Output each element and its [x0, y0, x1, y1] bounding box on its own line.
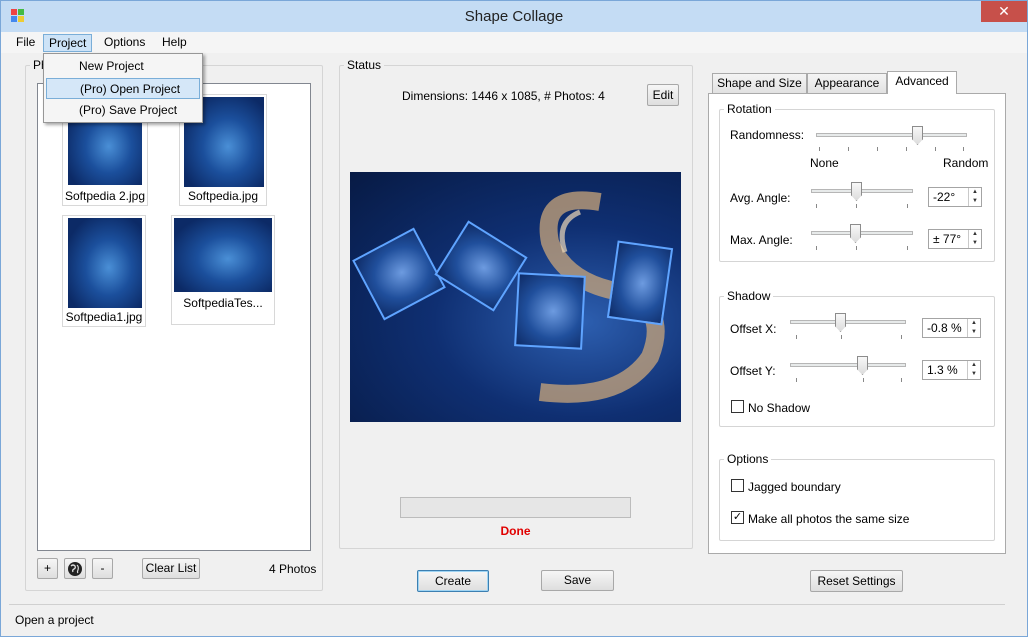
slider-tick	[796, 335, 797, 339]
avg-angle-value: -22°	[933, 190, 956, 204]
menu-item-new-project[interactable]: New Project	[46, 56, 200, 77]
slider-tick	[848, 147, 849, 151]
rotation-group-label: Rotation	[724, 102, 775, 116]
slider-tick	[907, 246, 908, 250]
max-angle-spinbox[interactable]: ± 77° ▲ ▼	[928, 229, 982, 249]
collage-tile	[514, 272, 586, 350]
menu-item-open-project[interactable]: (Pro) Open Project	[46, 78, 200, 99]
randomness-slider-track[interactable]	[816, 133, 967, 137]
slider-tick	[901, 335, 902, 339]
photo-caption: SoftpediaTes...	[183, 296, 263, 310]
dimensions-text: Dimensions: 1446 x 1085, # Photos: 4	[402, 89, 605, 103]
reset-settings-button[interactable]: Reset Settings	[810, 570, 903, 592]
window-title: Shape Collage	[464, 8, 564, 25]
add-web-photo-button[interactable]	[64, 558, 86, 579]
spin-arrows-icon[interactable]: ▲ ▼	[968, 230, 981, 248]
randomness-label: Randomness:	[730, 128, 805, 142]
slider-tick	[816, 246, 817, 250]
options-group: Options	[719, 452, 995, 541]
same-size-checkbox[interactable]: ✓	[731, 511, 744, 524]
status-bar: Open a project	[1, 604, 1027, 636]
status-bar-text: Open a project	[15, 613, 94, 627]
photo-caption: Softpedia 2.jpg	[64, 189, 146, 203]
close-button[interactable]: ✕	[981, 1, 1027, 22]
offset-x-slider-track[interactable]	[790, 320, 906, 324]
options-group-label: Options	[724, 452, 772, 466]
offset-y-value: 1.3 %	[927, 363, 958, 377]
randomness-none-label: None	[810, 156, 839, 170]
remove-photo-button[interactable]: -	[92, 558, 113, 579]
tab-shape-and-size[interactable]: Shape and Size	[712, 73, 807, 93]
photo-caption: Softpedia1.jpg	[65, 310, 143, 324]
offset-x-value: -0.8 %	[927, 321, 962, 335]
collage-preview	[350, 172, 681, 422]
avg-angle-label: Avg. Angle:	[730, 191, 791, 205]
save-button[interactable]: Save	[541, 570, 614, 591]
offset-y-label: Offset Y:	[730, 364, 776, 378]
clear-list-button[interactable]: Clear List	[142, 558, 200, 579]
thumbnail-image	[174, 218, 272, 292]
tab-advanced[interactable]: Advanced	[887, 71, 957, 94]
project-menu-dropdown: New Project (Pro) Open Project (Pro) Sav…	[43, 53, 203, 123]
offset-x-label: Offset X:	[730, 322, 777, 336]
slider-tick	[877, 147, 878, 151]
slider-tick	[963, 147, 964, 151]
photo-count: 4 Photos	[269, 562, 317, 576]
slider-tick	[819, 147, 820, 151]
no-shadow-checkbox[interactable]	[731, 400, 744, 413]
spin-arrows-icon[interactable]: ▲ ▼	[968, 188, 981, 206]
offset-x-spinbox[interactable]: -0.8 % ▲ ▼	[922, 318, 981, 338]
max-angle-slider-track[interactable]	[811, 231, 913, 235]
offset-y-spinbox[interactable]: 1.3 % ▲ ▼	[922, 360, 981, 380]
randomness-random-label: Random	[943, 156, 989, 170]
avg-angle-spinbox[interactable]: -22° ▲ ▼	[928, 187, 982, 207]
done-status: Done	[500, 524, 531, 538]
offset-y-slider-track[interactable]	[790, 363, 906, 367]
status-group-label: Status	[344, 58, 385, 72]
globe-icon	[68, 562, 82, 576]
slider-tick	[841, 335, 842, 339]
title-bar[interactable]: Shape Collage ✕	[1, 1, 1027, 32]
photo-thumb-softpedia1[interactable]: Softpedia1.jpg	[62, 215, 146, 327]
menu-bar: File Project Options Help	[1, 32, 1027, 53]
slider-tick	[816, 204, 817, 208]
slider-tick	[863, 378, 864, 382]
slider-tick	[856, 246, 857, 250]
photo-thumb-softpediatest[interactable]: SoftpediaTes...	[171, 215, 275, 325]
slider-tick	[906, 147, 907, 151]
menu-file[interactable]: File	[11, 34, 40, 52]
menu-item-save-project[interactable]: (Pro) Save Project	[46, 100, 200, 121]
slider-tick	[907, 204, 908, 208]
menu-options[interactable]: Options	[99, 34, 150, 52]
jagged-boundary-label: Jagged boundary	[748, 480, 841, 494]
same-size-label: Make all photos the same size	[748, 512, 910, 526]
progress-bar	[400, 497, 631, 518]
jagged-boundary-checkbox[interactable]	[731, 479, 744, 492]
photo-list[interactable]: Softpedia 2.jpg Softpedia.jpg Softpedia1…	[37, 83, 311, 551]
max-angle-label: Max. Angle:	[730, 233, 793, 247]
slider-tick	[935, 147, 936, 151]
shadow-group-label: Shadow	[724, 289, 774, 303]
spin-arrows-icon[interactable]: ▲ ▼	[967, 361, 980, 379]
spin-arrows-icon[interactable]: ▲ ▼	[967, 319, 980, 337]
menu-help[interactable]: Help	[157, 34, 192, 52]
add-photo-button[interactable]: +	[37, 558, 58, 579]
thumbnail-image	[68, 218, 142, 308]
tab-appearance[interactable]: Appearance	[807, 73, 887, 93]
no-shadow-label: No Shadow	[748, 401, 811, 415]
status-divider	[9, 604, 1005, 605]
slider-tick	[796, 378, 797, 382]
create-button[interactable]: Create	[417, 570, 489, 592]
menu-project[interactable]: Project	[43, 34, 93, 52]
edit-button[interactable]: Edit	[647, 84, 679, 106]
slider-tick	[856, 204, 857, 208]
avg-angle-slider-track[interactable]	[811, 189, 913, 193]
slider-tick	[901, 378, 902, 382]
photo-caption: Softpedia.jpg	[187, 189, 259, 203]
app-window: Shape Collage ✕ File Project Options Hel…	[0, 0, 1028, 637]
collage-tile	[606, 240, 674, 326]
max-angle-value: ± 77°	[933, 232, 962, 246]
